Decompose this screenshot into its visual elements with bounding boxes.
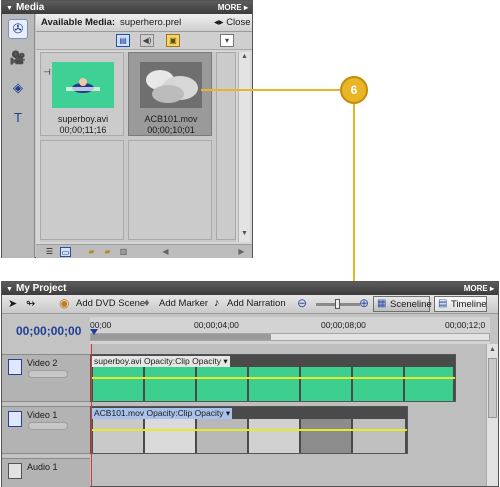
more-button[interactable]: MORE ▸: [464, 282, 494, 295]
video-frame: [93, 419, 143, 453]
ruler-tick-label: 00;00;12;0: [445, 320, 486, 330]
opacity-line[interactable]: [91, 429, 407, 431]
time-stretch-tool-icon[interactable]: ↬: [26, 297, 35, 310]
timeline-clip-acb101[interactable]: ACB101.mov Opacity:Clip Opacity ▾: [90, 406, 408, 454]
screen: ▼ Media MORE ▸ ✇ 🎥 ◈ T Available Media: s…: [0, 0, 500, 487]
track-controls[interactable]: [28, 370, 68, 378]
selection-tool-icon[interactable]: ➤: [8, 297, 17, 310]
sceneline-label: Sceneline: [390, 299, 432, 310]
track-header-video-2: Video 2: [2, 354, 90, 402]
clip-label: superboy.avi Opacity:Clip Opacity ▾: [92, 356, 230, 367]
clip-name: superboy.avi: [94, 356, 142, 366]
video-track-icon[interactable]: [8, 411, 22, 427]
project-panel-title: My Project: [15, 283, 67, 294]
track-name: Audio 1: [27, 462, 58, 472]
sceneline-button[interactable]: ▦ Sceneline: [373, 296, 432, 312]
playhead-marker-icon[interactable]: [90, 329, 98, 335]
clip-name: ACB101.mov: [94, 408, 145, 418]
zoom-out-icon[interactable]: ⊖: [297, 296, 307, 310]
timeline-icon: ▤: [438, 298, 448, 309]
microphone-icon: ♪: [214, 297, 220, 309]
playhead-line[interactable]: [91, 344, 92, 486]
zoom-slider-handle[interactable]: [335, 299, 340, 309]
current-timecode[interactable]: 00;00;00;00: [16, 324, 81, 338]
project-panel-title-bar[interactable]: ▼ My Project MORE ▸: [2, 282, 498, 295]
video-frame: [197, 419, 247, 453]
opacity-line[interactable]: [91, 377, 455, 379]
scroll-thumb[interactable]: [488, 358, 497, 418]
clip-label: ACB101.mov Opacity:Clip Opacity ▾: [92, 408, 233, 419]
video-frame: [301, 419, 351, 453]
timeline-button[interactable]: ▤ Timeline: [434, 296, 487, 312]
video-frame: [353, 419, 405, 453]
zoom-in-icon[interactable]: ⊕: [359, 296, 369, 310]
marker-icon: ♦: [144, 297, 150, 309]
video-frame: [249, 419, 299, 453]
track-header-audio-1: Audio 1: [2, 458, 90, 487]
video-frame: [93, 367, 143, 401]
video-frame: [249, 367, 299, 401]
video-frame: [353, 367, 403, 401]
sceneline-icon: ▦: [377, 298, 387, 309]
project-panel: ▼ My Project MORE ▸ ➤ ↬ ◉ Add DVD Scene ♦…: [1, 281, 499, 487]
video-frame: [405, 367, 453, 401]
dvd-scene-icon: ◉: [59, 296, 70, 310]
video-frame: [145, 367, 195, 401]
add-narration-button[interactable]: Add Narration: [227, 298, 286, 309]
video-track-icon[interactable]: [8, 359, 22, 375]
ruler-tick-label: 00;00;08;00: [321, 320, 366, 330]
track-header-video-1: Video 1: [2, 406, 90, 454]
track-name: Video 1: [27, 410, 58, 420]
ruler-bar[interactable]: [90, 333, 490, 341]
track-name: Video 2: [27, 358, 58, 368]
scroll-up-arrow-icon[interactable]: ▲: [489, 346, 496, 353]
callout-badge: 6: [340, 76, 368, 104]
timeline-vertical-scrollbar[interactable]: ▲: [486, 344, 498, 486]
audio-track-icon[interactable]: [8, 463, 22, 479]
add-marker-button[interactable]: Add Marker: [159, 298, 208, 309]
clip-effect: Opacity:Clip Opacity: [146, 408, 224, 418]
more-label: MORE: [463, 284, 488, 293]
timeline-tracks-area: superboy.avi Opacity:Clip Opacity ▾ ACB1…: [90, 344, 490, 486]
add-dvd-scene-button[interactable]: Add DVD Scene: [76, 298, 145, 309]
video-frame: [301, 367, 351, 401]
ruler-tick-label: 00;00;04;00: [194, 320, 239, 330]
project-toolbar: ➤ ↬ ◉ Add DVD Scene ♦ Add Marker ♪ Add N…: [2, 295, 498, 314]
video-frame: [145, 419, 195, 453]
video-frame: [197, 367, 247, 401]
timeline-label: Timeline: [451, 299, 487, 310]
work-area-bar[interactable]: [91, 334, 271, 340]
time-ruler[interactable]: 00;00 00;00;04;00 00;00;08;00 00;00;12;0: [90, 317, 490, 344]
track-controls[interactable]: [28, 422, 68, 430]
clip-effect: Opacity:Clip Opacity: [143, 356, 221, 366]
timeline-clip-superboy[interactable]: superboy.avi Opacity:Clip Opacity ▾: [90, 354, 456, 402]
